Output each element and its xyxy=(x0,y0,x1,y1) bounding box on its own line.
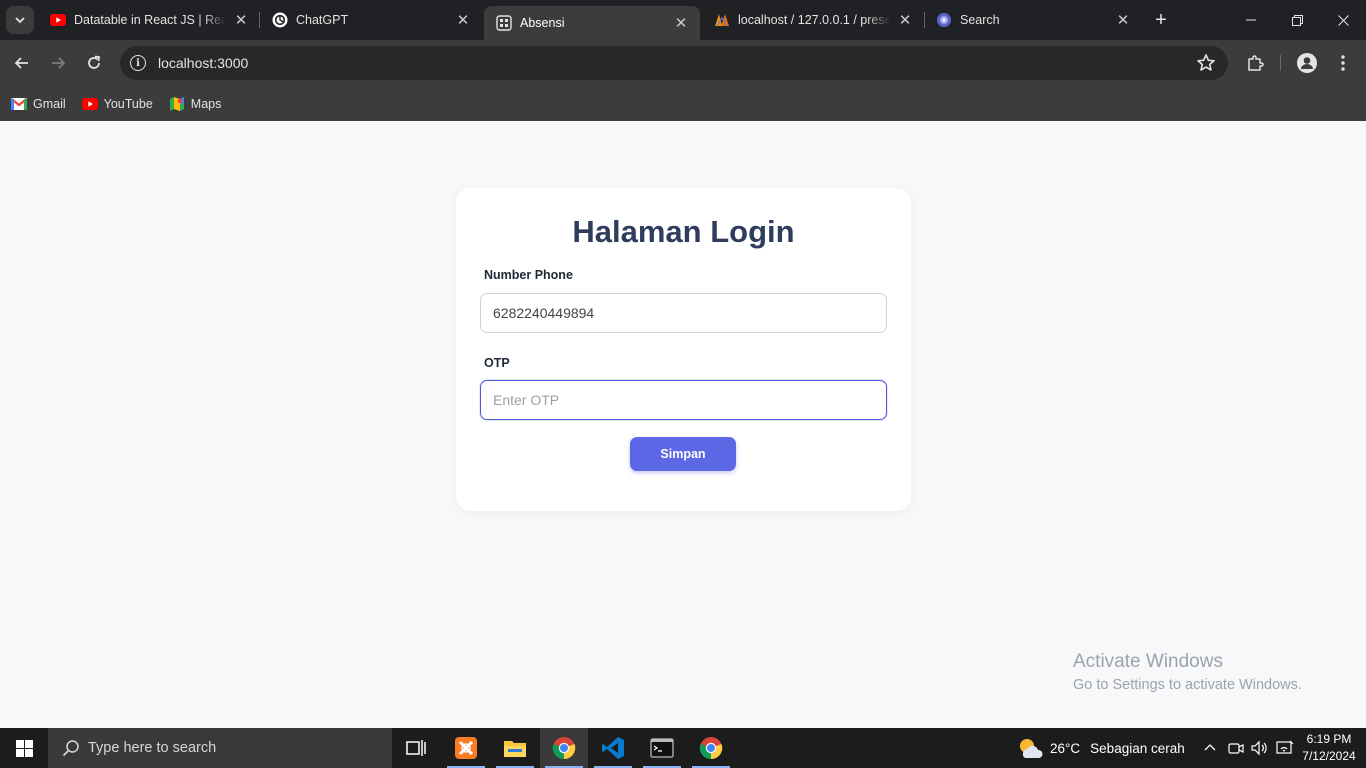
phone-label: Number Phone xyxy=(484,268,573,282)
chatgpt-icon xyxy=(272,12,288,28)
youtube-icon xyxy=(50,12,66,28)
bookmark-youtube[interactable]: YouTube xyxy=(81,96,153,112)
maps-icon xyxy=(169,96,185,112)
weather-temp: 26°C xyxy=(1050,740,1081,756)
tab-title: Absensi xyxy=(520,16,565,30)
close-icon[interactable]: ✕ xyxy=(1114,11,1132,29)
address-bar[interactable]: i localhost:3000 xyxy=(120,46,1228,80)
chevron-down-icon xyxy=(15,17,25,24)
login-card: Halaman Login Number Phone OTP Simpan xyxy=(456,188,911,511)
watermark-title: Activate Windows xyxy=(1073,651,1223,672)
close-icon xyxy=(1337,14,1349,26)
windows-taskbar: Type here to search 26°C Sebagian cerah … xyxy=(0,728,1366,768)
reload-icon xyxy=(88,55,101,69)
extensions-icon[interactable] xyxy=(1245,53,1265,73)
search-globe-icon xyxy=(936,12,952,28)
tab-title: localhost / 127.0.0.1 / presen xyxy=(738,13,890,27)
clock-time: 6:19 PM xyxy=(1306,732,1352,746)
bookmark-maps[interactable]: Maps xyxy=(169,96,222,112)
activation-watermark: Activate Windows Go to Settings to activ… xyxy=(1073,651,1302,693)
close-icon[interactable]: ✕ xyxy=(672,14,690,32)
more-menu-icon[interactable] xyxy=(1333,53,1353,73)
start-button[interactable] xyxy=(0,728,48,768)
system-clock[interactable]: 6:19 PM 7/12/2024 xyxy=(1298,731,1360,765)
tab-phpmyadmin[interactable]: localhost / 127.0.0.1 / presen ✕ xyxy=(702,0,924,40)
new-tab-button[interactable]: + xyxy=(1149,8,1173,32)
tab-strip: Datatable in React JS | React ✕ ChatGPT … xyxy=(0,0,1366,40)
page-viewport: Halaman Login Number Phone OTP Simpan Ac… xyxy=(0,121,1366,728)
forward-button[interactable] xyxy=(44,49,72,77)
tab-title: Search xyxy=(960,13,1000,27)
vscode-icon[interactable] xyxy=(589,728,637,768)
site-info-icon[interactable]: i xyxy=(130,55,146,71)
otp-field[interactable] xyxy=(480,380,887,420)
close-icon[interactable]: ✕ xyxy=(896,11,914,29)
clock-date: 7/12/2024 xyxy=(1302,749,1356,763)
bookmark-label: Maps xyxy=(190,96,222,111)
weather-partly-sunny-icon xyxy=(1020,739,1043,758)
watermark-subtitle: Go to Settings to activate Windows. xyxy=(1073,677,1302,693)
tab-datatable[interactable]: Datatable in React JS | React ✕ xyxy=(38,0,260,40)
close-icon[interactable]: ✕ xyxy=(232,11,250,29)
back-button[interactable] xyxy=(8,49,36,77)
close-window-button[interactable] xyxy=(1320,0,1366,40)
terminal-icon[interactable] xyxy=(638,728,686,768)
otp-label: OTP xyxy=(484,356,510,370)
weather-widget[interactable]: 26°C Sebagian cerah xyxy=(1016,728,1185,768)
taskbar-search-placeholder: Type here to search xyxy=(88,740,217,756)
windows-logo-icon xyxy=(15,739,33,757)
weather-desc: Sebagian cerah xyxy=(1090,740,1185,756)
chrome-icon[interactable] xyxy=(687,728,735,768)
phone-field[interactable] xyxy=(480,293,887,333)
network-icon[interactable] xyxy=(1276,728,1294,768)
youtube-icon xyxy=(81,96,98,112)
toolbar-divider xyxy=(1280,55,1281,71)
tab-title: ChatGPT xyxy=(296,13,349,27)
restore-icon xyxy=(1291,14,1303,26)
phpmyadmin-icon xyxy=(714,12,730,28)
meet-now-icon[interactable] xyxy=(1228,728,1244,768)
tab-search-button[interactable] xyxy=(6,6,34,34)
volume-icon[interactable] xyxy=(1251,728,1269,768)
app-icon xyxy=(496,15,512,31)
bookmark-star-icon[interactable] xyxy=(1196,53,1216,73)
address-url: localhost:3000 xyxy=(158,55,249,71)
show-hidden-icons-button[interactable] xyxy=(1203,728,1217,768)
minimize-icon xyxy=(1246,19,1256,21)
gmail-icon xyxy=(11,96,27,112)
tab-chatgpt[interactable]: ChatGPT ✕ xyxy=(260,0,482,40)
search-icon xyxy=(62,740,79,757)
task-view-icon[interactable] xyxy=(392,728,440,768)
page-title: Halaman Login xyxy=(572,214,795,249)
bookmark-label: Gmail xyxy=(33,96,66,111)
bookmark-label: YouTube xyxy=(103,96,153,111)
tab-search[interactable]: Search ✕ xyxy=(924,0,1142,40)
reload-button[interactable] xyxy=(80,49,108,77)
browser-toolbar: i localhost:3000 xyxy=(0,40,1366,86)
bookmarks-bar: Gmail YouTube Maps xyxy=(0,86,1366,121)
arrow-right-icon xyxy=(52,57,66,69)
chrome-icon[interactable] xyxy=(540,728,588,768)
xampp-icon[interactable] xyxy=(442,728,490,768)
submit-button[interactable]: Simpan xyxy=(630,437,736,471)
arrow-left-icon xyxy=(14,57,28,69)
tab-absensi[interactable]: Absensi ✕ xyxy=(484,6,700,40)
chevron-up-icon xyxy=(1204,744,1216,751)
tab-title: Datatable in React JS | React xyxy=(74,13,226,27)
restore-button[interactable] xyxy=(1274,0,1320,40)
close-icon[interactable]: ✕ xyxy=(454,11,472,29)
taskbar-search[interactable]: Type here to search xyxy=(48,728,392,768)
file-explorer-icon[interactable] xyxy=(491,728,539,768)
minimize-button[interactable] xyxy=(1228,0,1274,40)
profile-avatar-icon[interactable] xyxy=(1297,53,1317,73)
bookmark-gmail[interactable]: Gmail xyxy=(11,96,66,112)
